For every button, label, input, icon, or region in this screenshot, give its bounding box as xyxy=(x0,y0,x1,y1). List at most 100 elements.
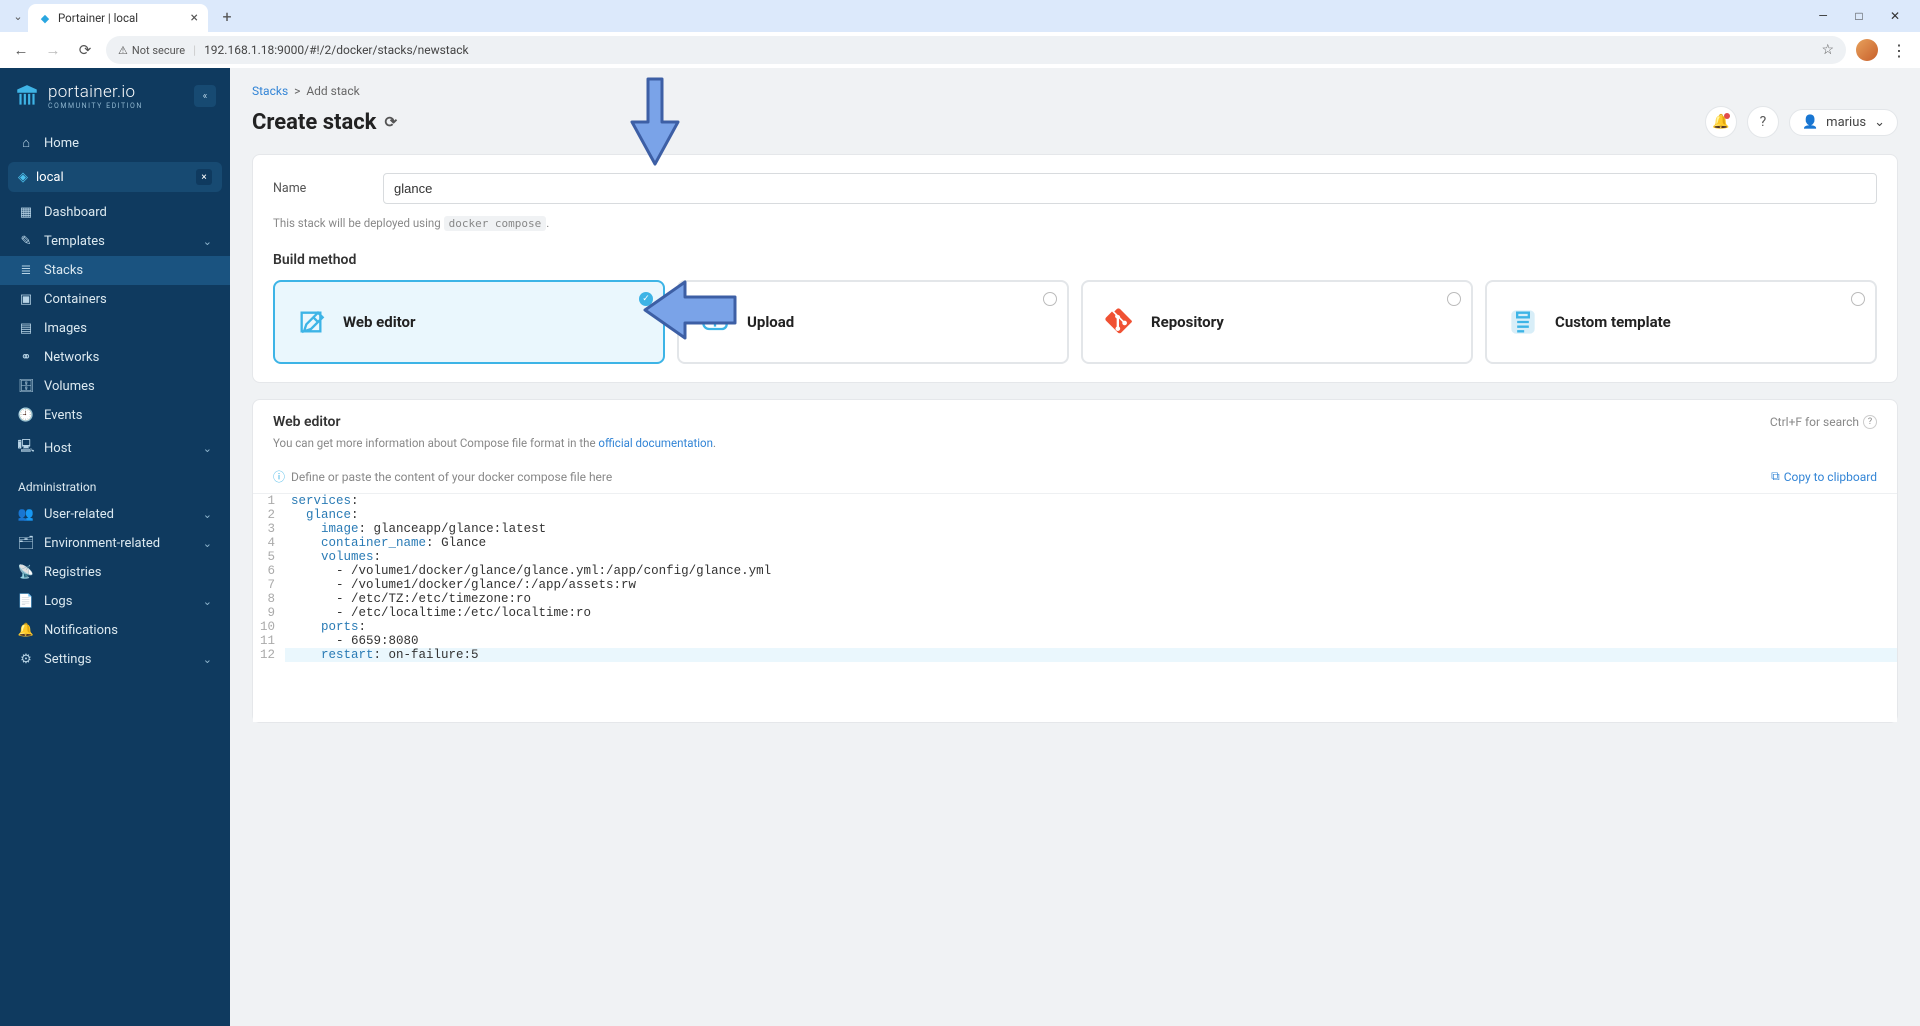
code-line[interactable]: 4 container_name: Glance xyxy=(253,536,1897,550)
name-input[interactable] xyxy=(383,173,1877,204)
page-title-text: Create stack xyxy=(252,110,376,135)
code-line[interactable]: 7 - /volume1/docker/glance/:/app/assets:… xyxy=(253,578,1897,592)
method-card-repository[interactable]: Repository xyxy=(1081,280,1473,364)
maximize-button[interactable]: □ xyxy=(1850,9,1868,23)
method-card-upload[interactable]: Upload xyxy=(677,280,1069,364)
sidebar-item-dashboard[interactable]: ▦Dashboard xyxy=(0,198,230,227)
code-editor[interactable]: 1services:2 glance:3 image: glanceapp/gl… xyxy=(253,493,1897,722)
method-label: Custom template xyxy=(1555,313,1671,331)
logo[interactable]: portainer.io COMMUNITY EDITION xyxy=(14,82,143,110)
favicon-icon: ◆ xyxy=(38,11,52,25)
bookmark-icon[interactable]: ☆ xyxy=(1821,42,1834,58)
notifications-icon: 🔔 xyxy=(18,623,34,638)
portainer-logo-icon xyxy=(14,83,40,109)
code-line[interactable]: 5 volumes: xyxy=(253,550,1897,564)
sidebar-item-label: Host xyxy=(44,441,72,456)
user-menu[interactable]: 👤 marius ⌄ xyxy=(1789,109,1898,136)
sidebar-item-containers[interactable]: ▣Containers xyxy=(0,285,230,314)
hint-post: . xyxy=(546,216,549,230)
sidebar-home[interactable]: ⌂ Home xyxy=(0,128,230,158)
code-line[interactable]: 6 - /volume1/docker/glance/glance.yml:/a… xyxy=(253,564,1897,578)
code-line[interactable]: 10 ports: xyxy=(253,620,1897,634)
edition-text: COMMUNITY EDITION xyxy=(48,102,143,110)
chevron-down-icon: ⌄ xyxy=(203,537,212,550)
stack-form-card: Name This stack will be deployed using d… xyxy=(252,154,1898,383)
sidebar-collapse-button[interactable]: « xyxy=(194,85,216,107)
deploy-hint: This stack will be deployed using docker… xyxy=(273,216,1877,230)
copy-icon: ⧉ xyxy=(1771,469,1780,484)
breadcrumb: Stacks > Add stack xyxy=(252,84,360,98)
method-card-web-editor[interactable]: Web editor✓ xyxy=(273,280,665,364)
stacks-icon: ≣ xyxy=(18,263,34,278)
sidebar-admin-registries[interactable]: 📡Registries xyxy=(0,558,230,587)
back-button[interactable]: ← xyxy=(10,39,32,61)
tab-list-dropdown[interactable]: ⌄ xyxy=(8,6,28,26)
logs-icon: 📄 xyxy=(18,594,34,609)
info-icon: ⓘ xyxy=(273,468,285,485)
code-line[interactable]: 8 - /etc/TZ:/etc/timezone:ro xyxy=(253,592,1897,606)
code-line[interactable]: 9 - /etc/localtime:/etc/localtime:ro xyxy=(253,606,1897,620)
brand-text: portainer.io xyxy=(48,82,143,102)
code-line[interactable]: 3 image: glanceapp/glance:latest xyxy=(253,522,1897,536)
chevron-down-icon: ⌄ xyxy=(203,595,212,608)
env-icon: 🗂 xyxy=(18,536,34,551)
code-content: - /volume1/docker/glance/:/app/assets:rw xyxy=(285,578,1897,592)
forward-button[interactable]: → xyxy=(42,39,64,61)
host-icon: 🖳 xyxy=(18,437,34,459)
sidebar-item-images[interactable]: ▤Images xyxy=(0,314,230,343)
chevron-down-icon: ⌄ xyxy=(203,235,212,248)
sidebar-item-label: Registries xyxy=(44,565,102,580)
dashboard-icon: ▦ xyxy=(18,205,34,220)
tab-close-icon[interactable]: × xyxy=(191,10,198,26)
sidebar-item-events[interactable]: 🕘Events xyxy=(0,401,230,430)
reload-button[interactable]: ⟳ xyxy=(74,39,96,61)
sidebar-item-stacks[interactable]: ≣Stacks xyxy=(0,256,230,285)
method-card-custom-template[interactable]: Custom template xyxy=(1485,280,1877,364)
code-line[interactable]: 12 restart: on-failure:5 xyxy=(253,648,1897,662)
line-number: 4 xyxy=(253,536,285,550)
code-content: image: glanceapp/glance:latest xyxy=(285,522,1897,536)
minimize-button[interactable]: — xyxy=(1814,9,1832,23)
code-line[interactable]: 2 glance: xyxy=(253,508,1897,522)
events-icon: 🕘 xyxy=(18,408,34,423)
close-window-button[interactable]: ✕ xyxy=(1886,9,1904,23)
sidebar-admin-settings[interactable]: ⚙Settings⌄ xyxy=(0,645,230,674)
copy-label: Copy to clipboard xyxy=(1784,470,1877,484)
new-tab-button[interactable]: + xyxy=(214,3,240,29)
chevron-down-icon: ⌄ xyxy=(1874,115,1885,130)
line-number: 11 xyxy=(253,634,285,648)
editor-title: Web editor xyxy=(273,414,341,430)
sidebar-admin-user-related[interactable]: 👥User-related⌄ xyxy=(0,500,230,529)
help-button[interactable]: ? xyxy=(1747,106,1779,138)
environment-close-icon[interactable]: × xyxy=(196,169,212,185)
code-line[interactable]: 11 - 6659:8080 xyxy=(253,634,1897,648)
sidebar-item-networks[interactable]: ⚭Networks xyxy=(0,343,230,372)
sidebar-admin-environment-related[interactable]: 🗂Environment-related⌄ xyxy=(0,529,230,558)
code-content: - /etc/localtime:/etc/localtime:ro xyxy=(285,606,1897,620)
code-line[interactable]: 1services: xyxy=(253,494,1897,508)
line-number: 2 xyxy=(253,508,285,522)
profile-avatar[interactable] xyxy=(1856,39,1878,61)
environment-selector[interactable]: ◈ local × xyxy=(8,162,222,192)
breadcrumb-root-link[interactable]: Stacks xyxy=(252,84,288,98)
build-method-heading: Build method xyxy=(273,252,1877,268)
radio-indicator xyxy=(1043,292,1057,306)
refresh-icon[interactable]: ⟳ xyxy=(384,113,397,131)
browser-tab[interactable]: ◆ Portainer | local × xyxy=(28,4,208,32)
copy-to-clipboard-button[interactable]: ⧉ Copy to clipboard xyxy=(1771,469,1877,484)
sidebar-item-templates[interactable]: ✎Templates⌄ xyxy=(0,227,230,256)
sidebar-admin-logs[interactable]: 📄Logs⌄ xyxy=(0,587,230,616)
sidebar-item-host[interactable]: 🖳Host⌄ xyxy=(0,430,230,466)
sidebar-item-label: Containers xyxy=(44,292,107,307)
sidebar-item-volumes[interactable]: 🗄Volumes xyxy=(0,372,230,401)
radio-indicator xyxy=(1447,292,1461,306)
notifications-button[interactable]: 🔔 xyxy=(1705,106,1737,138)
browser-menu-icon[interactable]: ⋮ xyxy=(1888,41,1910,60)
placeholder-text: Define or paste the content of your dock… xyxy=(291,470,612,484)
volumes-icon: 🗄 xyxy=(18,379,34,394)
address-bar[interactable]: ⚠ Not secure | 192.168.1.18:9000/#!/2/do… xyxy=(106,36,1846,64)
sidebar-admin-notifications[interactable]: 🔔Notifications xyxy=(0,616,230,645)
help-icon[interactable]: ? xyxy=(1863,415,1877,429)
documentation-link[interactable]: official documentation xyxy=(598,436,713,450)
notification-dot xyxy=(1724,113,1730,119)
